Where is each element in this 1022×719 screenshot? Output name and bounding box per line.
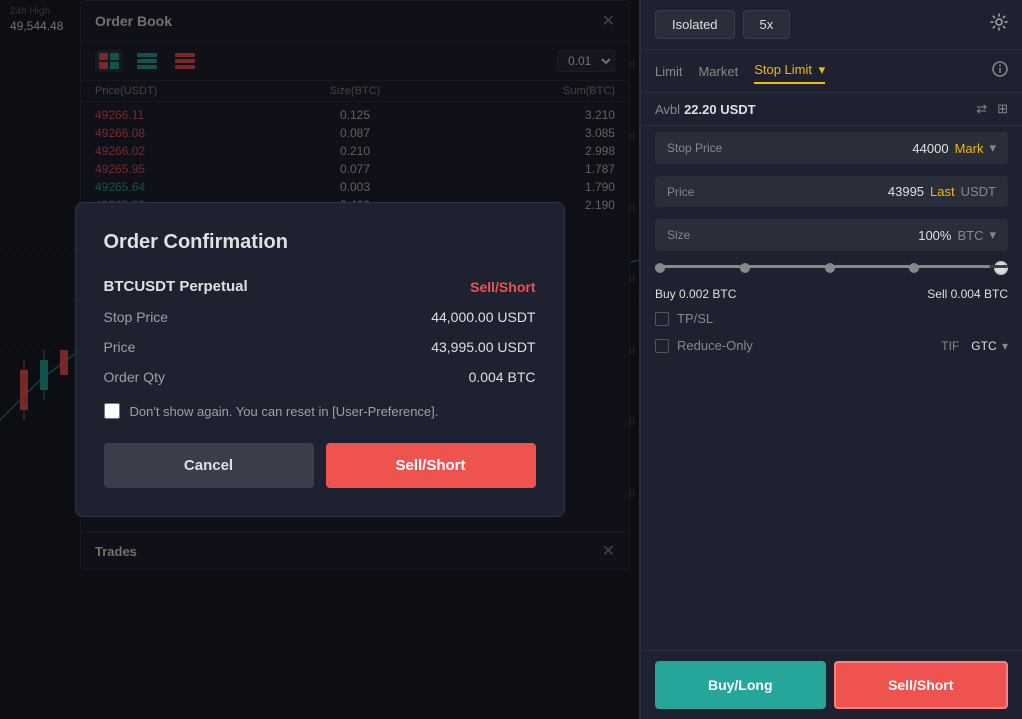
modal-price-row: Price 43,995.00 USDT [104, 339, 536, 355]
price-currency: USDT [961, 184, 996, 199]
quantity-slider[interactable] [641, 257, 1022, 283]
price-number: 43995 [888, 184, 924, 199]
rp-action-buttons: Buy/Long Sell/Short [641, 650, 1022, 719]
slider-fill [655, 265, 990, 268]
rp-order-tabs: Limit Market Stop Limit ▾ [641, 50, 1022, 93]
modal-checkbox-row: Don't show again. You can reset in [User… [104, 403, 536, 419]
modal-qty-label: Order Qty [104, 369, 165, 385]
sell-short-confirm-button[interactable]: Sell/Short [326, 443, 536, 488]
isolated-button[interactable]: Isolated [655, 10, 735, 39]
modal-pair-label: BTCUSDT Perpetual [104, 278, 248, 295]
modal-stop-price-value: 44,000.00 USDT [431, 309, 535, 325]
tab-market[interactable]: Market [698, 60, 738, 83]
sell-btc-value: 0.004 BTC [951, 287, 1008, 301]
modal-pair-row: BTCUSDT Perpetual Sell/Short [104, 278, 536, 295]
avbl-amount: 22.20 USDT [684, 102, 756, 117]
tp-sl-label: TP/SL [677, 311, 713, 326]
settings-icon [990, 13, 1008, 31]
stop-price-field[interactable]: Stop Price 44000 Mark ▾ [655, 132, 1008, 164]
calculator-icon[interactable]: ⊞ [997, 101, 1008, 117]
stop-price-label: Stop Price [667, 141, 722, 155]
modal-stop-price-label: Stop Price [104, 309, 169, 325]
slider-dot-100[interactable] [994, 261, 1008, 275]
modal-price-label: Price [104, 339, 136, 355]
tab-limit[interactable]: Limit [655, 60, 682, 83]
reduce-only-checkbox[interactable] [655, 339, 669, 353]
left-panel: 24h High 49,544.48 24h Lo 46.88 [0, 0, 640, 719]
buy-btc-value: 0.002 BTC [679, 287, 736, 301]
rp-available-balance: Avbl 22.20 USDT ⇄ ⊞ [641, 93, 1022, 126]
size-percent: 100% [918, 228, 951, 243]
stop-price-number: 44000 [912, 141, 948, 156]
reduce-only-label: Reduce-Only [677, 338, 753, 353]
modal-action-label: Sell/Short [470, 279, 535, 295]
avbl-label: Avbl [655, 102, 680, 117]
price-field[interactable]: Price 43995 Last USDT [655, 176, 1008, 207]
modal-dont-show-checkbox[interactable] [104, 403, 120, 419]
reduce-only-row: Reduce-Only TIF GTC ▾ [641, 332, 1022, 359]
info-icon [992, 61, 1008, 77]
modal-overlay: Order Confirmation BTCUSDT Perpetual Sel… [0, 0, 639, 719]
rp-top-controls: Isolated 5x [641, 0, 1022, 50]
sell-short-button[interactable]: Sell/Short [834, 661, 1009, 709]
tp-sl-row: TP/SL [641, 305, 1022, 332]
transfer-icon[interactable]: ⇄ [976, 101, 987, 117]
modal-qty-row: Order Qty 0.004 BTC [104, 369, 536, 385]
right-panel: Isolated 5x Limit Market Stop Limit ▾ Av… [640, 0, 1022, 719]
size-label: Size [667, 228, 690, 242]
modal-price-value: 43,995.00 USDT [431, 339, 535, 355]
buy-info: Buy 0.002 BTC [655, 287, 736, 301]
buy-long-button[interactable]: Buy/Long [655, 661, 826, 709]
size-value-group: 100% BTC ▾ [918, 227, 996, 243]
sell-info: Sell 0.004 BTC [927, 287, 1008, 301]
price-value-group: 43995 Last USDT [888, 184, 996, 199]
tp-sl-checkbox[interactable] [655, 312, 669, 326]
price-unit-last: Last [930, 184, 955, 199]
tif-label: TIF [941, 339, 959, 353]
size-field[interactable]: Size 100% BTC ▾ [655, 219, 1008, 251]
cancel-button[interactable]: Cancel [104, 443, 314, 488]
settings-button[interactable] [990, 13, 1008, 36]
size-unit: BTC [957, 228, 983, 243]
modal-checkbox-label: Don't show again. You can reset in [User… [130, 404, 439, 419]
stop-price-value-group: 44000 Mark ▾ [912, 140, 996, 156]
tif-value[interactable]: GTC ▾ [971, 339, 1008, 353]
stop-price-unit: Mark [955, 141, 984, 156]
leverage-button[interactable]: 5x [743, 10, 791, 39]
order-confirmation-modal: Order Confirmation BTCUSDT Perpetual Sel… [75, 202, 565, 517]
modal-buttons: Cancel Sell/Short [104, 443, 536, 488]
slider-track [655, 265, 1008, 268]
modal-qty-value: 0.004 BTC [469, 369, 536, 385]
buysell-info: Buy 0.002 BTC Sell 0.004 BTC [641, 283, 1022, 305]
modal-title: Order Confirmation [104, 231, 536, 254]
price-label: Price [667, 185, 694, 199]
modal-stop-price-row: Stop Price 44,000.00 USDT [104, 309, 536, 325]
tab-info-icon[interactable] [992, 61, 1008, 82]
tab-stop-limit[interactable]: Stop Limit ▾ [754, 58, 825, 84]
